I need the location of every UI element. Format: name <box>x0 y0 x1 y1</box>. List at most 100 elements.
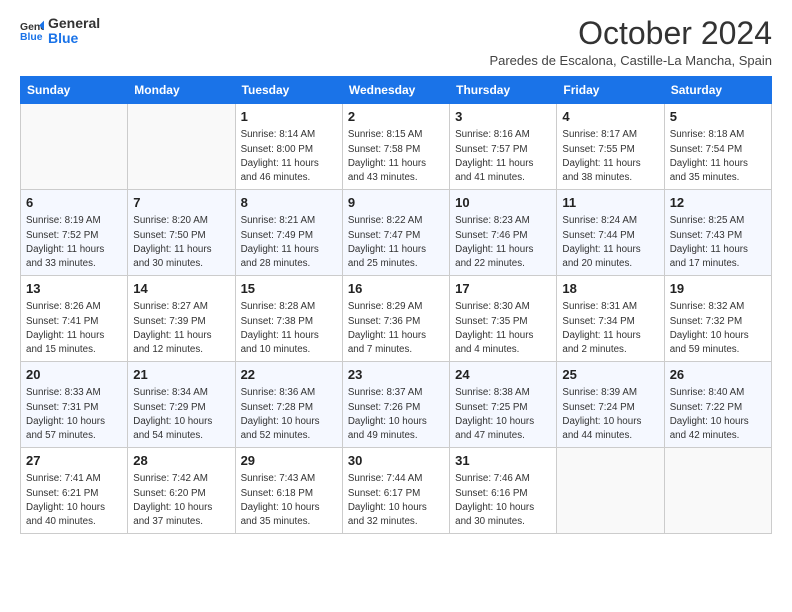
calendar-table: SundayMondayTuesdayWednesdayThursdayFrid… <box>20 76 772 534</box>
day-number: 20 <box>26 366 122 384</box>
calendar-cell: 6Sunrise: 8:19 AMSunset: 7:52 PMDaylight… <box>21 190 128 276</box>
day-info: Sunrise: 8:32 AMSunset: 7:32 PMDaylight:… <box>670 300 766 357</box>
day-info: Sunrise: 8:16 AMSunset: 7:57 PMDaylight:… <box>455 128 551 185</box>
day-header-wednesday: Wednesday <box>342 77 449 104</box>
day-info: Sunrise: 8:27 AMSunset: 7:39 PMDaylight:… <box>133 300 229 357</box>
week-row-5: 27Sunrise: 7:41 AMSunset: 6:21 PMDayligh… <box>21 448 772 534</box>
calendar-cell: 3 Sunrise: 8:16 AMSunset: 7:57 PMDaylight… <box>450 104 557 190</box>
calendar-cell: 10Sunrise: 8:23 AMSunset: 7:46 PMDayligh… <box>450 190 557 276</box>
day-number: 18 <box>562 280 658 298</box>
calendar-cell: 27Sunrise: 7:41 AMSunset: 6:21 PMDayligh… <box>21 448 128 534</box>
day-number: 23 <box>348 366 444 384</box>
day-info: Sunrise: 8:31 AMSunset: 7:34 PMDaylight:… <box>562 300 658 357</box>
calendar-cell: 12 Sunrise: 8:25 AMSunset: 7:43 PMDayligh… <box>664 190 771 276</box>
calendar-cell <box>664 448 771 534</box>
day-info: Sunrise: 8:38 AMSunset: 7:25 PMDaylight:… <box>455 386 551 443</box>
day-header-tuesday: Tuesday <box>235 77 342 104</box>
day-info: Sunrise: 8:26 AMSunset: 7:41 PMDaylight:… <box>26 300 122 357</box>
day-number: 13 <box>26 280 122 298</box>
month-title: October 2024 <box>489 16 772 51</box>
calendar-cell: 17 Sunrise: 8:30 AMSunset: 7:35 PMDayligh… <box>450 276 557 362</box>
calendar-cell: 13 Sunrise: 8:26 AMSunset: 7:41 PMDayligh… <box>21 276 128 362</box>
day-header-friday: Friday <box>557 77 664 104</box>
day-info: Sunrise: 8:33 AMSunset: 7:31 PMDaylight:… <box>26 386 122 443</box>
day-number: 21 <box>133 366 229 384</box>
day-number: 26 <box>670 366 766 384</box>
day-number: 10 <box>455 194 551 212</box>
day-number: 30 <box>348 452 444 470</box>
day-info: Sunrise: 8:24 AMSunset: 7:44 PMDaylight:… <box>562 214 658 271</box>
week-row-3: 13 Sunrise: 8:26 AMSunset: 7:41 PMDayligh… <box>21 276 772 362</box>
day-info: Sunrise: 8:34 AMSunset: 7:29 PMDaylight:… <box>133 386 229 443</box>
day-number: 3 <box>455 108 551 126</box>
day-info: Sunrise: 8:37 AMSunset: 7:26 PMDaylight:… <box>348 386 444 443</box>
calendar-cell: 26 Sunrise: 8:40 AMSunset: 7:22 PMDayligh… <box>664 362 771 448</box>
day-info: Sunrise: 7:41 AMSunset: 6:21 PMDaylight:… <box>26 472 122 529</box>
day-header-saturday: Saturday <box>664 77 771 104</box>
day-info: Sunrise: 8:30 AMSunset: 7:35 PMDaylight:… <box>455 300 551 357</box>
day-number: 2 <box>348 108 444 126</box>
logo-icon: General Blue <box>20 19 44 43</box>
day-number: 9 <box>348 194 444 212</box>
day-number: 6 <box>26 194 122 212</box>
day-info: Sunrise: 8:25 AMSunset: 7:43 PMDaylight:… <box>670 214 766 271</box>
calendar-cell: 5 Sunrise: 8:18 AMSunset: 7:54 PMDaylight… <box>664 104 771 190</box>
calendar-cell: 30 Sunrise: 7:44 AMSunset: 6:17 PMDayligh… <box>342 448 449 534</box>
day-info: Sunrise: 8:14 AMSunset: 8:00 PMDaylight:… <box>241 128 337 185</box>
day-number: 31 <box>455 452 551 470</box>
logo-text-blue: Blue <box>48 31 100 46</box>
calendar-cell: 20 Sunrise: 8:33 AMSunset: 7:31 PMDayligh… <box>21 362 128 448</box>
day-number: 24 <box>455 366 551 384</box>
day-info: Sunrise: 8:17 AMSunset: 7:55 PMDaylight:… <box>562 128 658 185</box>
logo-text-general: General <box>48 16 100 31</box>
day-info: Sunrise: 8:36 AMSunset: 7:28 PMDaylight:… <box>241 386 337 443</box>
day-info: Sunrise: 8:28 AMSunset: 7:38 PMDaylight:… <box>241 300 337 357</box>
day-number: 8 <box>241 194 337 212</box>
page: General Blue General Blue October 2024 P… <box>0 0 792 546</box>
calendar-cell: 21 Sunrise: 8:34 AMSunset: 7:29 PMDayligh… <box>128 362 235 448</box>
calendar-cell: 1Sunrise: 8:14 AMSunset: 8:00 PMDaylight… <box>235 104 342 190</box>
day-info: Sunrise: 8:22 AMSunset: 7:47 PMDaylight:… <box>348 214 444 271</box>
day-header-sunday: Sunday <box>21 77 128 104</box>
day-info: Sunrise: 7:42 AMSunset: 6:20 PMDaylight:… <box>133 472 229 529</box>
header: General Blue General Blue October 2024 P… <box>20 16 772 68</box>
day-number: 11 <box>562 194 658 212</box>
day-number: 19 <box>670 280 766 298</box>
day-number: 4 <box>562 108 658 126</box>
day-header-monday: Monday <box>128 77 235 104</box>
day-number: 12 <box>670 194 766 212</box>
day-info: Sunrise: 8:18 AMSunset: 7:54 PMDaylight:… <box>670 128 766 185</box>
calendar-cell: 15Sunrise: 8:28 AMSunset: 7:38 PMDayligh… <box>235 276 342 362</box>
calendar-cell: 11 Sunrise: 8:24 AMSunset: 7:44 PMDayligh… <box>557 190 664 276</box>
calendar-cell: 22Sunrise: 8:36 AMSunset: 7:28 PMDayligh… <box>235 362 342 448</box>
week-row-4: 20 Sunrise: 8:33 AMSunset: 7:31 PMDayligh… <box>21 362 772 448</box>
day-info: Sunrise: 8:29 AMSunset: 7:36 PMDaylight:… <box>348 300 444 357</box>
calendar-cell: 24 Sunrise: 8:38 AMSunset: 7:25 PMDayligh… <box>450 362 557 448</box>
calendar-cell <box>128 104 235 190</box>
calendar-cell: 28 Sunrise: 7:42 AMSunset: 6:20 PMDayligh… <box>128 448 235 534</box>
location-subtitle: Paredes de Escalona, Castille-La Mancha,… <box>489 53 772 68</box>
day-info: Sunrise: 8:40 AMSunset: 7:22 PMDaylight:… <box>670 386 766 443</box>
calendar-cell: 7 Sunrise: 8:20 AMSunset: 7:50 PMDaylight… <box>128 190 235 276</box>
day-number: 7 <box>133 194 229 212</box>
day-info: Sunrise: 8:15 AMSunset: 7:58 PMDaylight:… <box>348 128 444 185</box>
calendar-cell: 14Sunrise: 8:27 AMSunset: 7:39 PMDayligh… <box>128 276 235 362</box>
day-headers-row: SundayMondayTuesdayWednesdayThursdayFrid… <box>21 77 772 104</box>
day-number: 5 <box>670 108 766 126</box>
calendar-cell: 9 Sunrise: 8:22 AMSunset: 7:47 PMDaylight… <box>342 190 449 276</box>
title-area: October 2024 Paredes de Escalona, Castil… <box>489 16 772 68</box>
day-number: 28 <box>133 452 229 470</box>
day-number: 17 <box>455 280 551 298</box>
day-info: Sunrise: 8:20 AMSunset: 7:50 PMDaylight:… <box>133 214 229 271</box>
week-row-2: 6Sunrise: 8:19 AMSunset: 7:52 PMDaylight… <box>21 190 772 276</box>
week-row-1: 1Sunrise: 8:14 AMSunset: 8:00 PMDaylight… <box>21 104 772 190</box>
calendar-cell: 8 Sunrise: 8:21 AMSunset: 7:49 PMDaylight… <box>235 190 342 276</box>
day-header-thursday: Thursday <box>450 77 557 104</box>
calendar-cell: 19 Sunrise: 8:32 AMSunset: 7:32 PMDayligh… <box>664 276 771 362</box>
day-number: 16 <box>348 280 444 298</box>
day-info: Sunrise: 8:21 AMSunset: 7:49 PMDaylight:… <box>241 214 337 271</box>
calendar-cell: 16 Sunrise: 8:29 AMSunset: 7:36 PMDayligh… <box>342 276 449 362</box>
day-info: Sunrise: 7:43 AMSunset: 6:18 PMDaylight:… <box>241 472 337 529</box>
day-info: Sunrise: 7:44 AMSunset: 6:17 PMDaylight:… <box>348 472 444 529</box>
logo: General Blue General Blue <box>20 16 100 47</box>
